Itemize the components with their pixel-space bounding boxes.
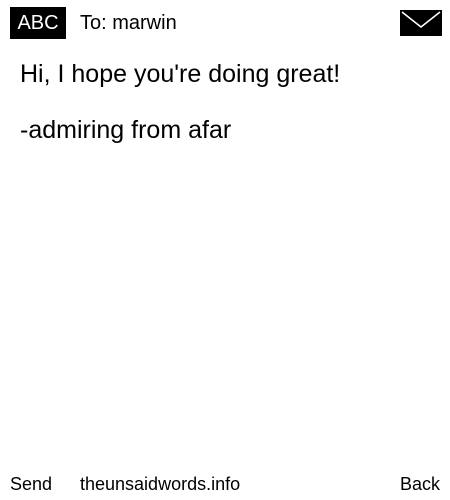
message-body[interactable]: Hi, I hope you're doing great! -admiring… <box>20 58 430 170</box>
recipient-label[interactable]: To: marwin <box>80 10 177 36</box>
phone-screen: ABC To: marwin Hi, I hope you're doing g… <box>0 0 450 500</box>
softkey-bar: Send theunsaidwords.info Back <box>0 470 450 498</box>
send-softkey[interactable]: Send <box>10 472 52 496</box>
header-bar: ABC To: marwin <box>0 0 450 44</box>
envelope-icon <box>400 10 442 36</box>
site-name-label: theunsaidwords.info <box>80 474 241 494</box>
back-softkey[interactable]: Back <box>400 472 440 496</box>
input-mode-badge[interactable]: ABC <box>10 7 66 39</box>
message-line-signature: -admiring from afar <box>20 116 232 144</box>
message-line-greeting: Hi, I hope you're doing great! <box>20 60 341 88</box>
